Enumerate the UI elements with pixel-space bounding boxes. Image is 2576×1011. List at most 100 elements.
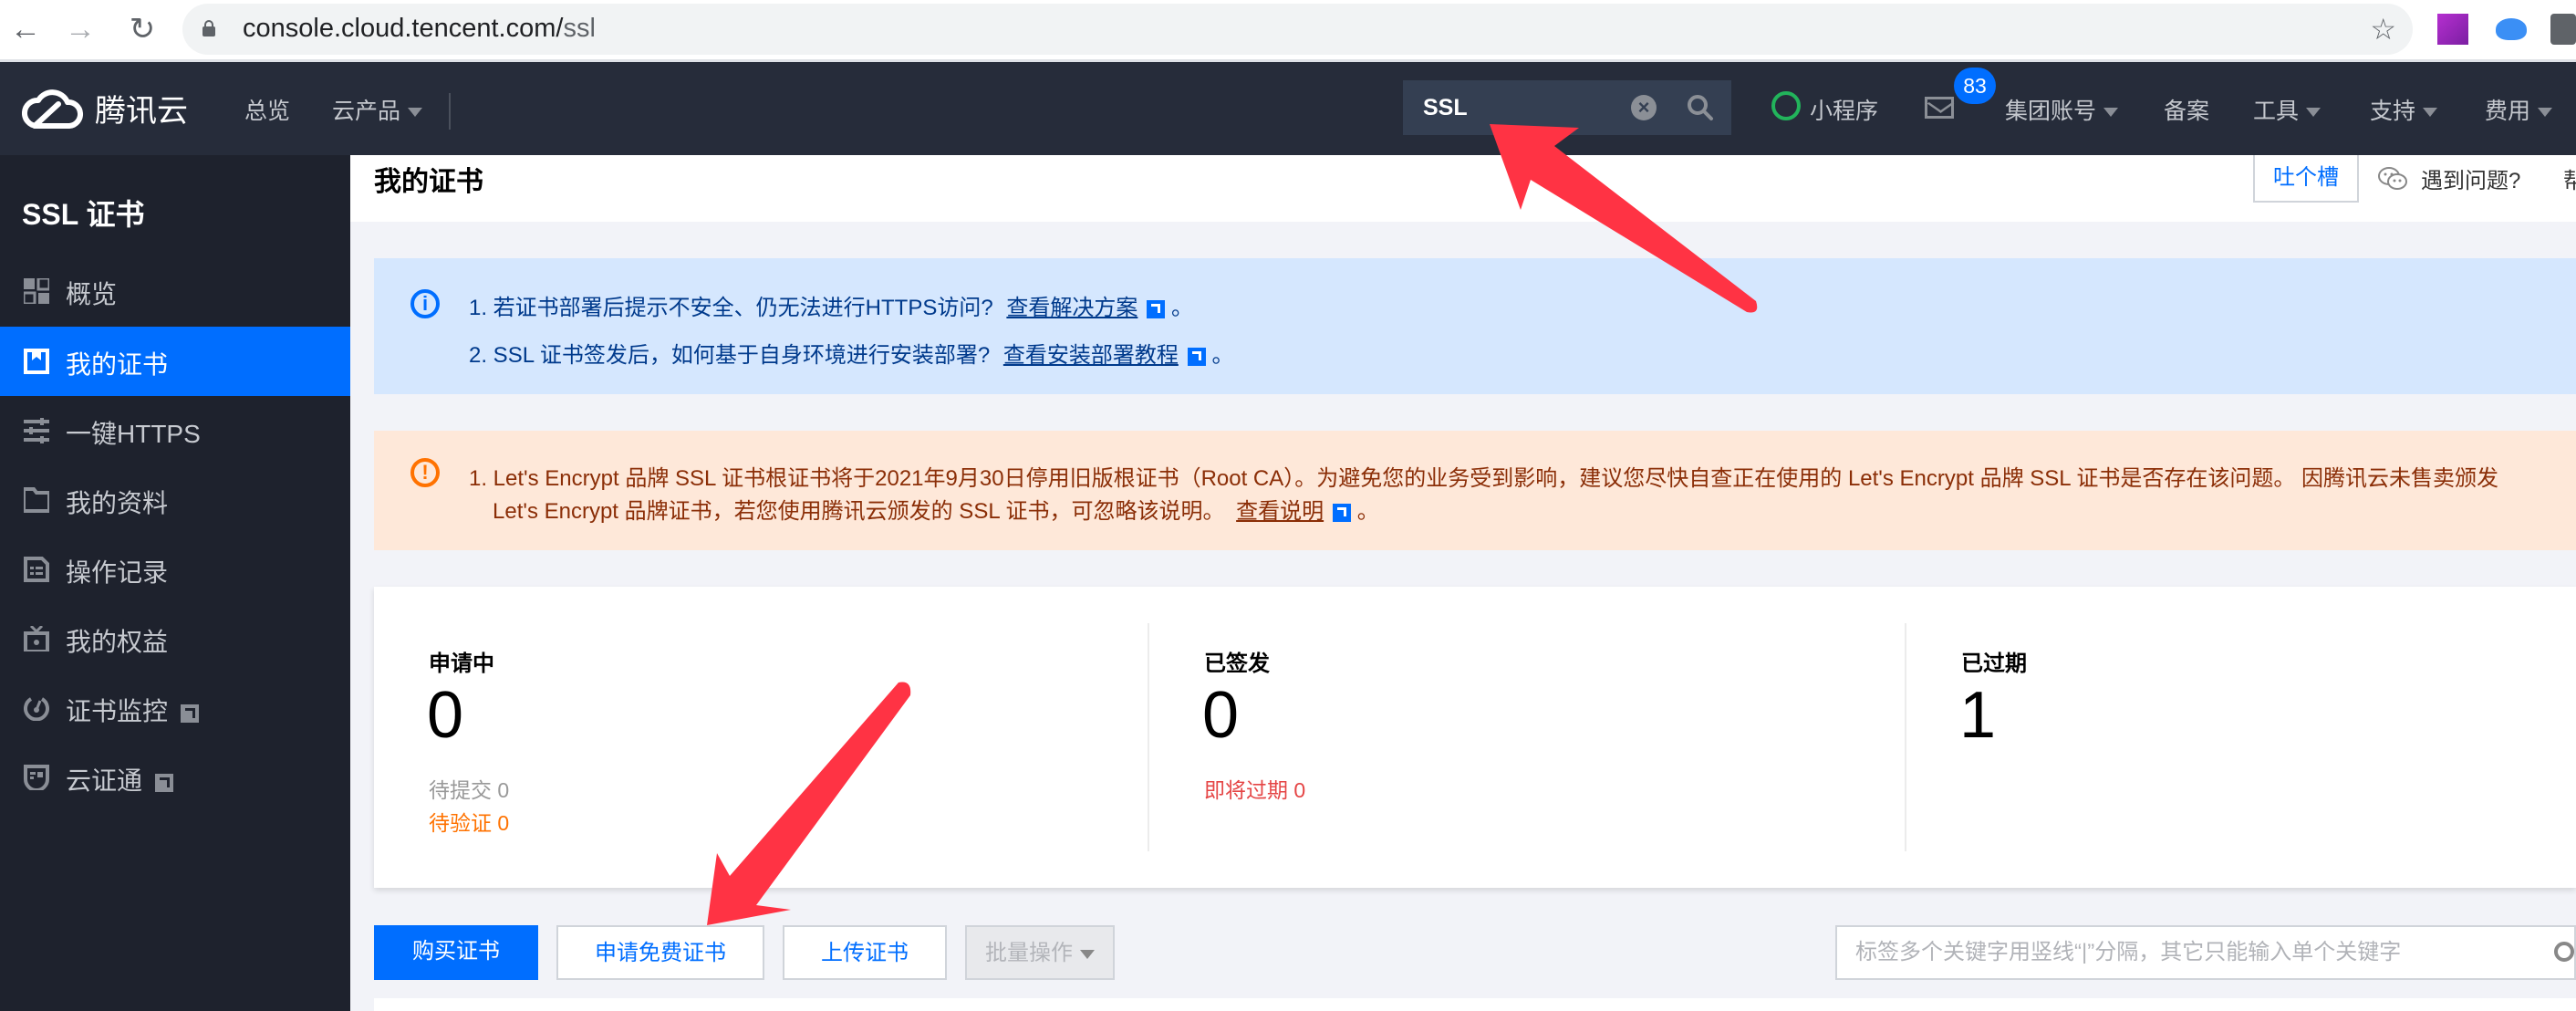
folder-icon <box>24 487 49 513</box>
certificate-icon <box>24 349 49 374</box>
nav-support[interactable]: 支持 <box>2370 93 2438 126</box>
certificate-filter-input[interactable]: 标签多个关键字用竖线“|”分隔，其它只能输入单个关键字 <box>1835 925 2576 980</box>
star-icon[interactable]: ☆ <box>2370 12 2396 47</box>
back-icon[interactable]: ← <box>5 9 46 49</box>
sidebar-item-label: 概览 <box>66 280 118 308</box>
external-link-icon <box>155 773 174 792</box>
view-notes-link[interactable]: 查看说明 <box>1236 499 1324 524</box>
batch-operations-dropdown[interactable]: 批量操作 <box>965 925 1115 980</box>
nav-overview[interactable]: 总览 <box>244 93 290 126</box>
sidebar-item-label: 我的权益 <box>66 628 169 656</box>
filter-placeholder: 标签多个关键字用竖线“|”分隔，其它只能输入单个关键字 <box>1855 940 2402 964</box>
sidebar-item-operation-log[interactable]: 操作记录 <box>0 535 350 604</box>
stat-issued[interactable]: 已签发 0 即将过期 0 <box>1149 623 1906 851</box>
sliders-icon <box>24 418 49 443</box>
buy-certificate-button[interactable]: 购买证书 <box>374 925 538 980</box>
sidebar-item-text: 云证通 <box>66 766 143 795</box>
reload-icon[interactable]: ↻ <box>122 9 162 49</box>
batch-operations-label: 批量操作 <box>985 941 1073 965</box>
sidebar-item-label: 一键HTTPS <box>66 420 201 448</box>
sidebar-item-my-certificates[interactable]: 我的证书 <box>0 327 350 396</box>
chevron-down-icon <box>2306 108 2322 118</box>
stat-value: 0 <box>427 679 464 752</box>
sidebar-title: SSL 证书 <box>22 198 145 231</box>
group-account-label: 集团账号 <box>2005 99 2097 124</box>
sidebar-item-label: 我的资料 <box>66 489 169 517</box>
stat-value: 0 <box>1202 679 1240 752</box>
stat-title: 已签发 <box>1204 651 1270 676</box>
external-link-icon <box>1333 503 1352 522</box>
stat-applying[interactable]: 申请中 0 待提交 0 待验证 0 <box>374 623 1149 851</box>
url-path: ssl <box>563 14 596 43</box>
sidebar-item-label: 证书监控 <box>66 692 200 728</box>
apply-free-certificate-button[interactable]: 申请免费证书 <box>556 925 764 980</box>
nav-tools[interactable]: 工具 <box>2253 93 2322 126</box>
info-icon: i <box>410 289 440 318</box>
search-icon[interactable] <box>1686 93 1715 122</box>
stat-title: 已过期 <box>1961 651 2027 676</box>
nav-filing[interactable]: 备案 <box>2164 93 2209 126</box>
chevron-down-icon <box>1080 949 1095 959</box>
log-icon <box>24 557 49 582</box>
mail-icon[interactable] <box>1925 97 1954 119</box>
help-docs-link[interactable]: 帮 <box>2563 162 2576 194</box>
certificate-stats-card: 申请中 0 待提交 0 待验证 0 已签发 0 即将过期 0 已过期 1 <box>374 587 2576 888</box>
info-banner: i 1. 若证书部署后提示不安全、仍无法进行HTTPS访问? 查看解决方案 。 … <box>374 258 2576 394</box>
help-link[interactable]: 遇到问题? <box>2377 162 2520 194</box>
feedback-button[interactable]: 吐个槽 <box>2253 155 2359 203</box>
miniprogram-icon <box>1771 91 1801 120</box>
address-bar[interactable]: console.cloud.tencent.com/ssl ☆ <box>182 4 2413 55</box>
period: 。 <box>1211 343 1234 368</box>
warning-line-2-text: Let's Encrypt 品牌证书，若您使用腾讯云颁发的 SSL 证书，可忽略… <box>493 499 1225 524</box>
sidebar-item-cert-monitor[interactable]: 证书监控 <box>0 673 350 743</box>
sidebar-item-label: 操作记录 <box>66 558 169 587</box>
sidebar-item-one-click-https[interactable]: 一键HTTPS <box>0 396 350 465</box>
sidebar-item-my-benefits[interactable]: 我的权益 <box>0 604 350 673</box>
nav-group-account[interactable]: 集团账号 <box>2005 93 2119 126</box>
gift-icon <box>24 626 49 651</box>
url-text: console.cloud.tencent.com/ssl <box>243 14 596 44</box>
warning-banner: ! 1. Let's Encrypt 品牌 SSL 证书根证书将于2021年9月… <box>374 431 2576 550</box>
chevron-down-icon <box>2538 108 2553 118</box>
sidebar-item-cloud-cert[interactable]: 云证通 <box>0 743 350 812</box>
view-install-guide-link[interactable]: 查看安装部署教程 <box>1003 343 1179 368</box>
nav-products[interactable]: 云产品 <box>332 93 423 126</box>
nav-divider <box>449 93 451 130</box>
certificate-list-panel <box>374 998 2576 1011</box>
pending-verify-count[interactable]: 待验证 0 <box>429 806 509 837</box>
sidebar: SSL 证书 概览 我的证书 一键HTTPS 我的资料 操作记录 我的权益 证书… <box>0 155 350 1011</box>
forward-icon[interactable]: → <box>60 9 100 49</box>
billing-label: 费用 <box>2485 99 2531 124</box>
product-search-input[interactable]: SSL × <box>1403 80 1731 135</box>
monitor-icon <box>24 697 49 721</box>
content-header: 我的证书 吐个槽 遇到问题? 帮 <box>350 155 2576 222</box>
cloud-extension-icon[interactable] <box>2496 18 2527 40</box>
nav-billing[interactable]: 费用 <box>2485 93 2553 126</box>
external-link-icon <box>1187 347 1206 366</box>
tools-label: 工具 <box>2253 99 2300 124</box>
warning-line-2: Let's Encrypt 品牌证书，若您使用腾讯云颁发的 SSL 证书，可忽略… <box>493 493 1379 525</box>
puzzle-extension-icon[interactable] <box>2550 14 2576 45</box>
expiring-soon-count[interactable]: 即将过期 0 <box>1204 773 1305 804</box>
stat-expired[interactable]: 已过期 1 <box>1906 623 2576 851</box>
info-line-1: 1. 若证书部署后提示不安全、仍无法进行HTTPS访问? 查看解决方案 。 <box>469 289 1193 321</box>
external-link-icon <box>1147 299 1166 318</box>
pending-submit-count[interactable]: 待提交 0 <box>429 773 509 804</box>
info-line-2-text: 2. SSL 证书签发后，如何基于自身环境进行安装部署? <box>469 343 991 368</box>
tencent-cloud-logo[interactable]: 腾讯云 <box>22 84 188 131</box>
stat-title: 申请中 <box>429 651 494 676</box>
sidebar-item-overview[interactable]: 概览 <box>0 256 350 326</box>
chevron-down-icon <box>2103 108 2119 118</box>
period: 。 <box>1171 296 1194 320</box>
nav-products-label: 云产品 <box>332 99 401 124</box>
cloud-logo-icon <box>22 89 83 129</box>
info-line-2: 2. SSL 证书签发后，如何基于自身环境进行安装部署? 查看安装部署教程 。 <box>469 337 1234 369</box>
grid-icon <box>24 278 49 304</box>
axure-extension-icon[interactable] <box>2437 14 2468 45</box>
view-solution-link[interactable]: 查看解决方案 <box>1006 296 1137 320</box>
nav-miniprogram[interactable]: 小程序 <box>1810 93 1878 126</box>
upload-certificate-button[interactable]: 上传证书 <box>783 925 947 980</box>
search-icon[interactable] <box>2552 940 2576 967</box>
sidebar-item-my-data[interactable]: 我的资料 <box>0 465 350 535</box>
clear-icon[interactable]: × <box>1631 95 1657 120</box>
